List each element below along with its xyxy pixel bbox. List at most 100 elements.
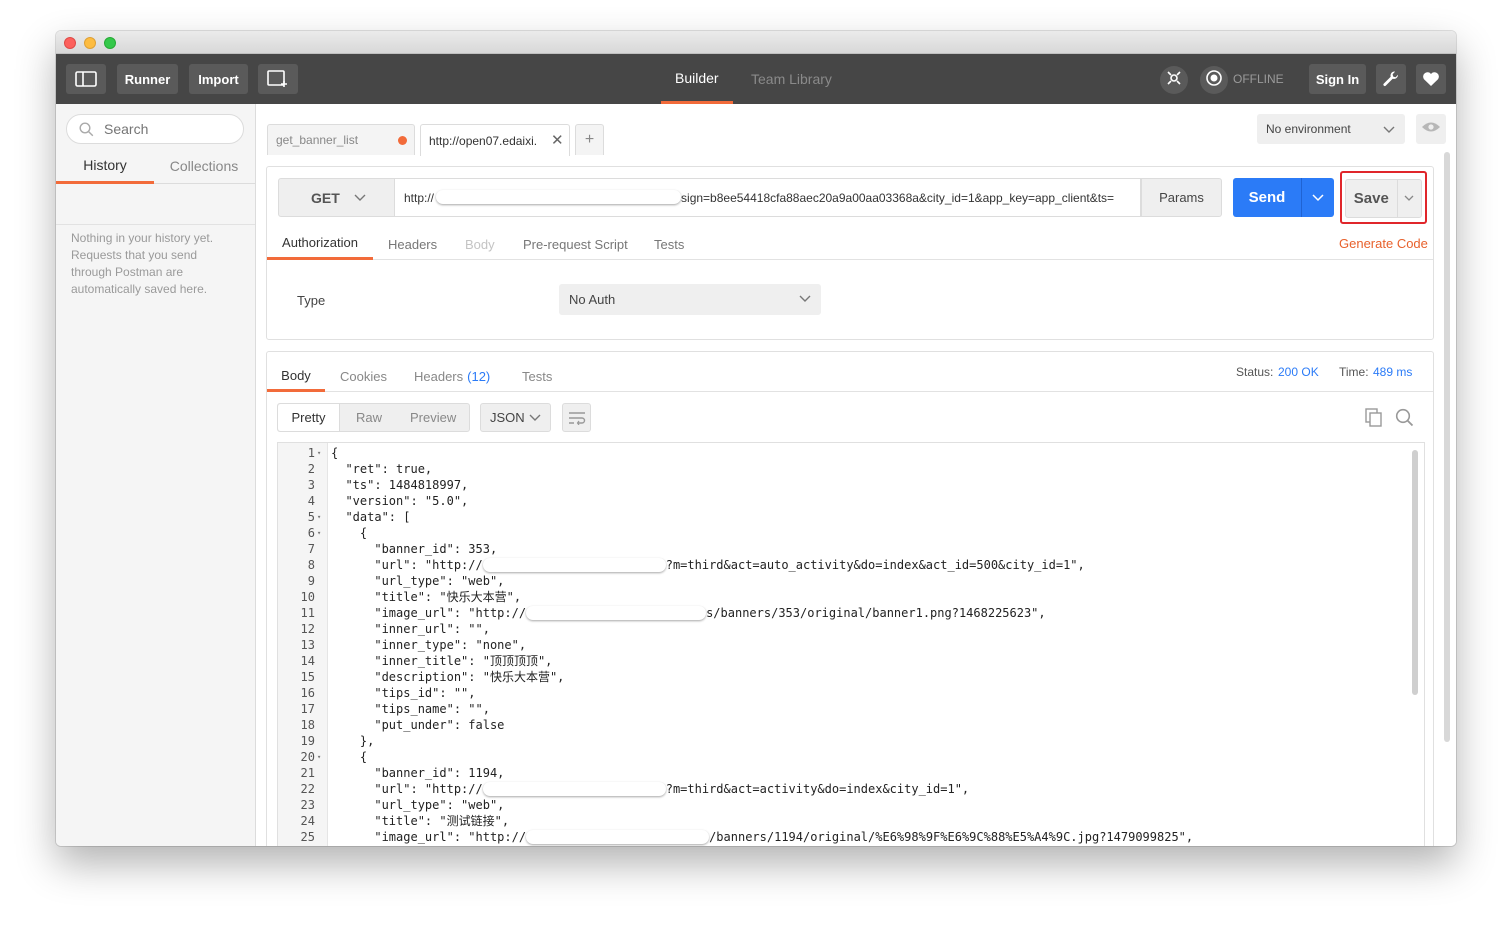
tab-pre-request-script[interactable]: Pre-request Script — [523, 228, 628, 260]
response-panel: Body Cookies Headers (12) Tests Status: … — [266, 351, 1434, 846]
line-number: 16 — [300, 686, 315, 700]
auth-type-select[interactable]: No Auth — [559, 284, 821, 315]
redacted-url-segment — [436, 189, 682, 204]
code-line: 25 "image_url": "http:// /banners/1194/or… — [301, 829, 1411, 845]
code-line: 15 "description": "快乐大本营", — [301, 669, 1411, 685]
line-number: 5 — [307, 510, 315, 524]
url-prefix: http:// — [404, 190, 435, 205]
close-window-button[interactable] — [64, 37, 76, 49]
sync-status-button[interactable] — [1200, 66, 1228, 94]
send-label: Send — [1248, 189, 1286, 206]
main-scrollbar[interactable] — [1444, 152, 1450, 742]
format-toggle: Pretty Raw Preview — [277, 403, 470, 432]
environment-selected: No environment — [1266, 122, 1351, 136]
code-text: "data": [ — [331, 510, 411, 524]
new-tab-button[interactable]: + — [575, 124, 604, 155]
tab-history[interactable]: History — [56, 148, 154, 184]
tab-team-library[interactable]: Team Library — [751, 54, 832, 104]
save-dropdown[interactable] — [1396, 180, 1421, 217]
editor-scrollbar[interactable] — [1412, 450, 1418, 695]
heart-icon — [1422, 71, 1440, 87]
code-text: "url": "http:// — [331, 558, 483, 572]
format-preview[interactable]: Preview — [410, 404, 456, 431]
code-text: ?m=third&act=activity&do=index&city_id=1… — [665, 782, 970, 796]
sign-in-button[interactable]: Sign In — [1309, 64, 1366, 94]
copy-icon[interactable] — [1365, 408, 1383, 427]
line-number: 24 — [300, 814, 315, 828]
tab-response-tests[interactable]: Tests — [522, 361, 552, 392]
environment-select[interactable]: No environment — [1257, 114, 1405, 144]
request-tab[interactable]: get_banner_list — [267, 124, 415, 155]
line-number: 11 — [300, 606, 315, 620]
settings-button[interactable] — [1376, 64, 1406, 94]
method-select[interactable]: GET — [278, 178, 395, 217]
tab-response-headers-label: Headers — [414, 369, 464, 384]
tab-tests[interactable]: Tests — [654, 228, 684, 260]
code-line: 8 "url": "http:// ?m=third&act=auto_activ… — [308, 557, 1411, 573]
line-number: 20 — [300, 750, 315, 764]
title-bar — [56, 31, 1456, 54]
wrap-lines-button[interactable] — [562, 403, 591, 432]
close-tab-icon[interactable]: ✕ — [551, 131, 564, 149]
tab-response-body[interactable]: Body — [267, 361, 325, 392]
tab-headers[interactable]: Headers — [388, 228, 437, 260]
chevron-down-icon — [1312, 193, 1324, 202]
save-button[interactable]: Save — [1345, 179, 1422, 218]
request-tab-label: http://open07.edaixi. — [429, 133, 538, 148]
code-line: 9 "url_type": "web", — [308, 573, 1411, 589]
environment-quick-look-button[interactable] — [1416, 114, 1446, 144]
url-input[interactable]: http:// sign=b8ee54418cfa88aec20a9a00aa0… — [395, 178, 1141, 217]
code-text: s/banners/353/original/banner1.png?14682… — [706, 606, 1046, 620]
interceptor-button[interactable] — [1160, 66, 1188, 94]
code-text: { — [331, 750, 368, 764]
zoom-window-button[interactable] — [104, 37, 116, 49]
code-line: 16 "tips_id": "", — [301, 685, 1411, 701]
sidebar-toggle-icon — [75, 71, 97, 87]
request-tab-active[interactable]: http://open07.edaixi. ✕ — [420, 124, 570, 156]
wrap-lines-icon — [568, 411, 586, 425]
app-header: Runner Import Builder Team Library OFFLI… — [56, 54, 1456, 104]
params-button[interactable]: Params — [1141, 178, 1222, 217]
tab-body[interactable]: Body — [465, 228, 495, 260]
code-text: "ret": true, — [331, 462, 433, 476]
code-text: "ts": 1484818997, — [331, 478, 469, 492]
line-number: 19 — [300, 734, 315, 748]
search-input[interactable] — [104, 121, 234, 137]
code-line: 21 "banner_id": 1194, — [301, 765, 1411, 781]
search-icon — [79, 121, 94, 137]
format-pretty[interactable]: Pretty — [278, 404, 340, 431]
code-text: "image_url": "http:// — [331, 606, 527, 620]
new-window-button[interactable] — [258, 64, 298, 94]
line-number: 7 — [307, 542, 315, 556]
tab-collections[interactable]: Collections — [154, 148, 254, 184]
language-select[interactable]: JSON — [480, 403, 551, 432]
code-text: "inner_url": "", — [331, 622, 490, 636]
line-number: 2 — [307, 462, 315, 476]
send-dropdown[interactable] — [1301, 178, 1334, 217]
code-text: "description": "快乐大本营", — [331, 670, 565, 684]
favorite-button[interactable] — [1416, 64, 1446, 94]
fold-toggle-icon[interactable]: ▾ — [317, 749, 321, 765]
runner-button[interactable]: Runner — [117, 64, 178, 94]
sidebar-search[interactable] — [66, 114, 244, 144]
response-body-editor[interactable]: 1 ▾{2 "ret": true, 3 "ts": 1484818997, 4 "v… — [277, 442, 1425, 846]
search-icon[interactable] — [1395, 408, 1414, 427]
minimize-window-button[interactable] — [84, 37, 96, 49]
fold-toggle-icon[interactable]: ▾ — [317, 525, 321, 541]
tab-authorization[interactable]: Authorization — [267, 228, 373, 260]
main-panel: get_banner_list http://open07.edaixi. ✕ … — [257, 104, 1456, 846]
code-line: 3 "ts": 1484818997, — [308, 477, 1411, 493]
fold-toggle-icon[interactable]: ▾ — [317, 445, 321, 461]
format-raw[interactable]: Raw — [356, 404, 382, 431]
code-text: "put_under": false — [331, 718, 505, 732]
auth-type-label: Type — [297, 293, 326, 308]
tab-response-headers[interactable]: Headers (12) — [414, 361, 490, 392]
fold-toggle-icon[interactable]: ▾ — [317, 509, 321, 525]
send-button[interactable]: Send — [1233, 178, 1334, 217]
request-tab-label: get_banner_list — [276, 133, 359, 147]
sidebar-toggle-button[interactable] — [66, 64, 106, 94]
tab-cookies[interactable]: Cookies — [340, 361, 387, 392]
import-button[interactable]: Import — [189, 64, 248, 94]
code-text: "inner_title": "顶顶顶顶", — [331, 654, 553, 668]
tab-builder[interactable]: Builder — [661, 54, 733, 104]
